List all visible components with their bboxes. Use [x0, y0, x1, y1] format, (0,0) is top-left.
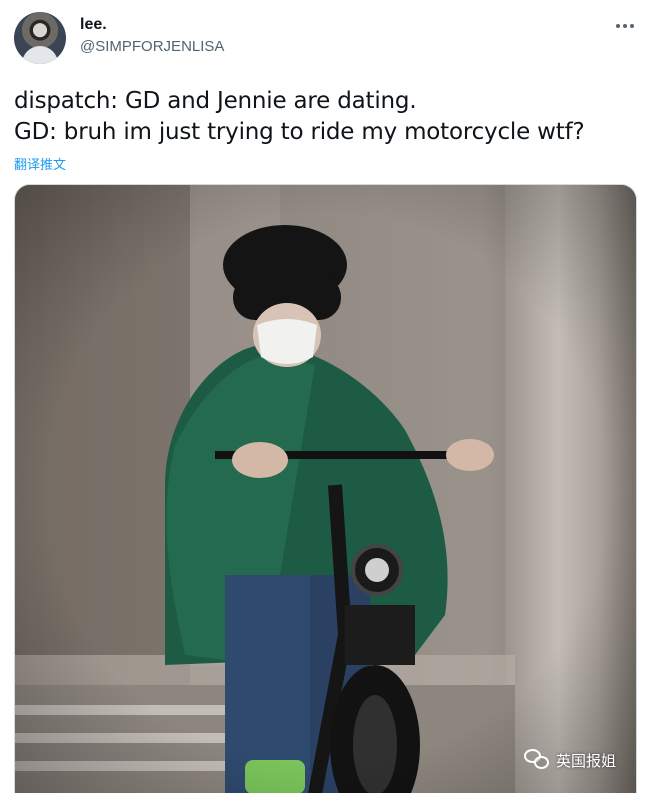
- tweet-card: lee. @SIMPFORJENLISA dispatch: GD and Je…: [0, 0, 653, 793]
- user-handle[interactable]: @SIMPFORJENLISA: [80, 38, 224, 55]
- dot: [630, 24, 634, 28]
- tweet-text-line-2: GD: bruh im just trying to ride my motor…: [14, 119, 585, 145]
- more-horizontal-icon[interactable]: [613, 16, 637, 36]
- display-name[interactable]: lee.: [80, 16, 107, 34]
- translate-tweet-link[interactable]: 翻译推文: [14, 154, 66, 173]
- watermark: 英国报姐: [523, 749, 616, 771]
- photo-illustration: [15, 185, 636, 793]
- tweet-text: dispatch: GD and Jennie are dating. GD: …: [14, 86, 634, 148]
- watermark-text: 英国报姐: [555, 751, 616, 770]
- avatar[interactable]: [14, 12, 66, 64]
- tweet-photo[interactable]: 英国报姐: [14, 184, 637, 793]
- dot: [616, 24, 620, 28]
- wechat-icon: [523, 749, 550, 771]
- tweet-text-line-1: dispatch: GD and Jennie are dating.: [14, 88, 417, 114]
- dot: [623, 24, 627, 28]
- avatar-figure: [22, 46, 58, 64]
